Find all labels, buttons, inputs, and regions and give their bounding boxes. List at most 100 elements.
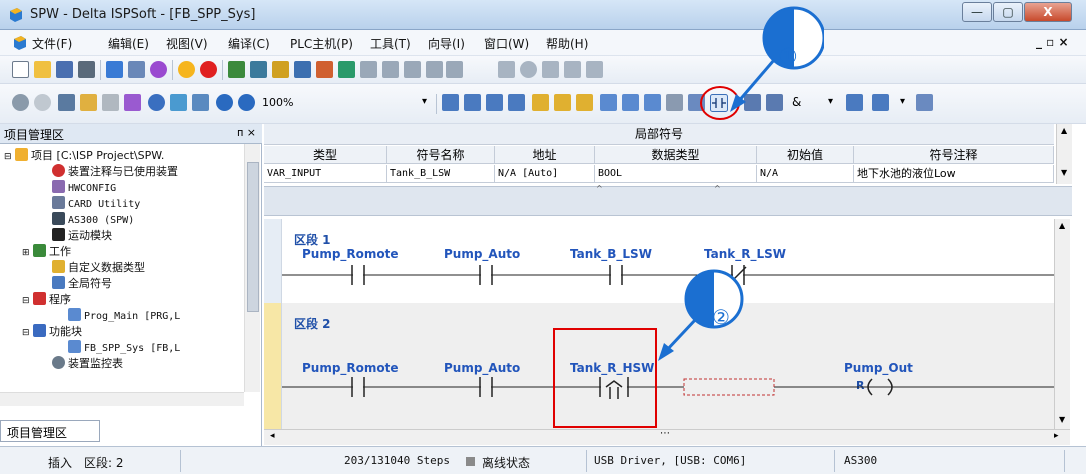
cut-icon[interactable]: [58, 94, 75, 111]
col-initial-value[interactable]: 初始值: [757, 146, 854, 164]
app-menu-icon[interactable]: [12, 35, 28, 51]
menu-help[interactable]: 帮助(H): [546, 35, 588, 52]
dropdown-icon[interactable]: ▾: [828, 96, 833, 107]
tree-item-device-comments[interactable]: 装置注释与已使用装置: [52, 164, 178, 180]
ladder-tool-9-icon[interactable]: [622, 94, 639, 111]
mdi-controls[interactable]: _ ▫ ×: [1036, 35, 1069, 49]
col-address[interactable]: 地址: [495, 146, 595, 164]
cell-address[interactable]: N/A [Auto]: [495, 165, 595, 183]
tool-k-icon[interactable]: [564, 61, 581, 78]
tree-vertical-scrollbar[interactable]: [244, 144, 260, 392]
tool-b-icon[interactable]: [338, 61, 355, 78]
save-icon[interactable]: [56, 61, 73, 78]
paste-icon[interactable]: [102, 94, 119, 111]
tree-item-prog-main[interactable]: Prog_Main [PRG,L: [68, 308, 180, 324]
tree-item-hwconfig[interactable]: HWCONFIG: [52, 180, 116, 196]
col-data-type[interactable]: 数据类型: [595, 146, 757, 164]
ladder-tool-14-icon[interactable]: [916, 94, 933, 111]
ladder-tool-7-icon[interactable]: [576, 94, 593, 111]
copy-icon[interactable]: [80, 94, 97, 111]
zoom-dropdown-icon[interactable]: ▾: [422, 96, 427, 107]
ladder-tool-2-icon[interactable]: [464, 94, 481, 111]
new-file-icon[interactable]: [12, 61, 29, 78]
ladder-horizontal-scrollbar[interactable]: ◂ ⋯ ▸: [264, 428, 1070, 445]
menu-view[interactable]: 视图(V): [166, 35, 208, 52]
goto-icon[interactable]: [192, 94, 209, 111]
menu-compile[interactable]: 编译(C): [228, 35, 270, 52]
tool-c-icon[interactable]: [360, 61, 377, 78]
menu-window[interactable]: 窗口(W): [484, 35, 529, 52]
ladder-tool-5-icon[interactable]: [532, 94, 549, 111]
window-icon[interactable]: [128, 61, 145, 78]
replace-icon[interactable]: [170, 94, 187, 111]
menu-wizard[interactable]: 向导(I): [428, 35, 465, 52]
minimize-button[interactable]: —: [962, 2, 992, 22]
col-type[interactable]: 类型: [264, 146, 387, 164]
maximize-button[interactable]: ▢: [993, 2, 1023, 22]
col-symbol-name[interactable]: 符号名称: [387, 146, 495, 164]
cell-type[interactable]: VAR_INPUT: [264, 165, 387, 183]
tree-horizontal-scrollbar[interactable]: [0, 392, 244, 406]
ladder-vertical-scrollbar[interactable]: ▲ ▼: [1054, 219, 1070, 429]
menu-tools[interactable]: 工具(T): [370, 35, 411, 52]
ladder-tool-1-icon[interactable]: [442, 94, 459, 111]
tool-d-icon[interactable]: [382, 61, 399, 78]
tree-item-project[interactable]: ⊟ 项目 [C:\ISP Project\SPW.: [4, 148, 164, 164]
zoom-in-icon[interactable]: [216, 94, 233, 111]
open-folder-icon[interactable]: [34, 61, 51, 78]
tree-item-function-blocks[interactable]: ⊟ 功能块: [22, 324, 82, 340]
ladder-tool-13-icon[interactable]: [872, 94, 889, 111]
project-manager-tab[interactable]: 项目管理区: [0, 420, 100, 442]
tool-l-icon[interactable]: [586, 61, 603, 78]
pin-close-icon[interactable]: ᴨ ×: [237, 126, 256, 139]
tree-item-device-monitor[interactable]: 装置监控表: [52, 356, 123, 372]
tree-item-programs[interactable]: ⊟ 程序: [22, 292, 71, 308]
run-icon[interactable]: [178, 61, 195, 78]
menu-plc[interactable]: PLC主机(P): [290, 35, 353, 52]
upload-icon[interactable]: [294, 61, 311, 78]
forward-icon[interactable]: [34, 94, 51, 111]
tool-e-icon[interactable]: [404, 61, 421, 78]
ladder-tool-6-icon[interactable]: [554, 94, 571, 111]
eraser-icon[interactable]: [124, 94, 141, 111]
tool-h-icon[interactable]: [498, 61, 515, 78]
tool-j-icon[interactable]: [542, 61, 559, 78]
find-icon[interactable]: [148, 94, 165, 111]
ladder-editor[interactable]: 区段 1 Pump_Romote Pump_Auto Tank_B_LSW Ta…: [264, 219, 1070, 429]
tool-f-icon[interactable]: [426, 61, 443, 78]
tree-item-task[interactable]: ⊞ 工作: [22, 244, 71, 260]
tree-item-udt[interactable]: 自定义数据类型: [52, 260, 145, 276]
back-icon[interactable]: [12, 94, 29, 111]
close-button[interactable]: X: [1024, 2, 1072, 22]
monitor-icon[interactable]: [272, 61, 289, 78]
cursor-icon[interactable]: [666, 94, 683, 111]
print-icon[interactable]: [78, 61, 95, 78]
compile-icon[interactable]: [150, 61, 167, 78]
layout-icon[interactable]: [106, 61, 123, 78]
zoom-level[interactable]: 100%: [262, 96, 293, 109]
menu-file[interactable]: 文件(F): [32, 35, 72, 52]
tree-item-card-utility[interactable]: CARD Utility: [52, 196, 140, 212]
cell-data-type[interactable]: BOOL: [595, 165, 757, 183]
tool-g-icon[interactable]: [446, 61, 463, 78]
ladder-tool-4-icon[interactable]: [508, 94, 525, 111]
tree-item-motion[interactable]: 运动模块: [52, 228, 112, 244]
cell-comment[interactable]: 地下水池的液位Low: [854, 165, 1054, 183]
cell-initial-value[interactable]: N/A: [757, 165, 854, 183]
ladder-tool-10-icon[interactable]: [644, 94, 661, 111]
tree-item-global-symbols[interactable]: 全局符号: [52, 276, 112, 292]
cell-symbol-name[interactable]: Tank_B_LSW: [387, 165, 495, 183]
col-comment[interactable]: 符号注释: [854, 146, 1054, 164]
tool-a-icon[interactable]: [316, 61, 333, 78]
ladder-tool-3-icon[interactable]: [486, 94, 503, 111]
splitter-bar[interactable]: ^ ^: [264, 184, 1072, 216]
zoom-out-icon[interactable]: [238, 94, 255, 111]
tree-item-fb-spp-sys[interactable]: FB_SPP_Sys [FB,L: [68, 340, 180, 356]
ladder-tool-12-icon[interactable]: [846, 94, 863, 111]
tree-scroll-thumb[interactable]: [247, 162, 259, 312]
online-icon[interactable]: [228, 61, 245, 78]
dropdown-2-icon[interactable]: ▾: [900, 96, 905, 107]
menu-edit[interactable]: 编辑(E): [108, 35, 149, 52]
symbol-table-scrollbar[interactable]: ▲ ▼: [1056, 124, 1072, 184]
tree-item-as300[interactable]: AS300 (SPW): [52, 212, 134, 228]
